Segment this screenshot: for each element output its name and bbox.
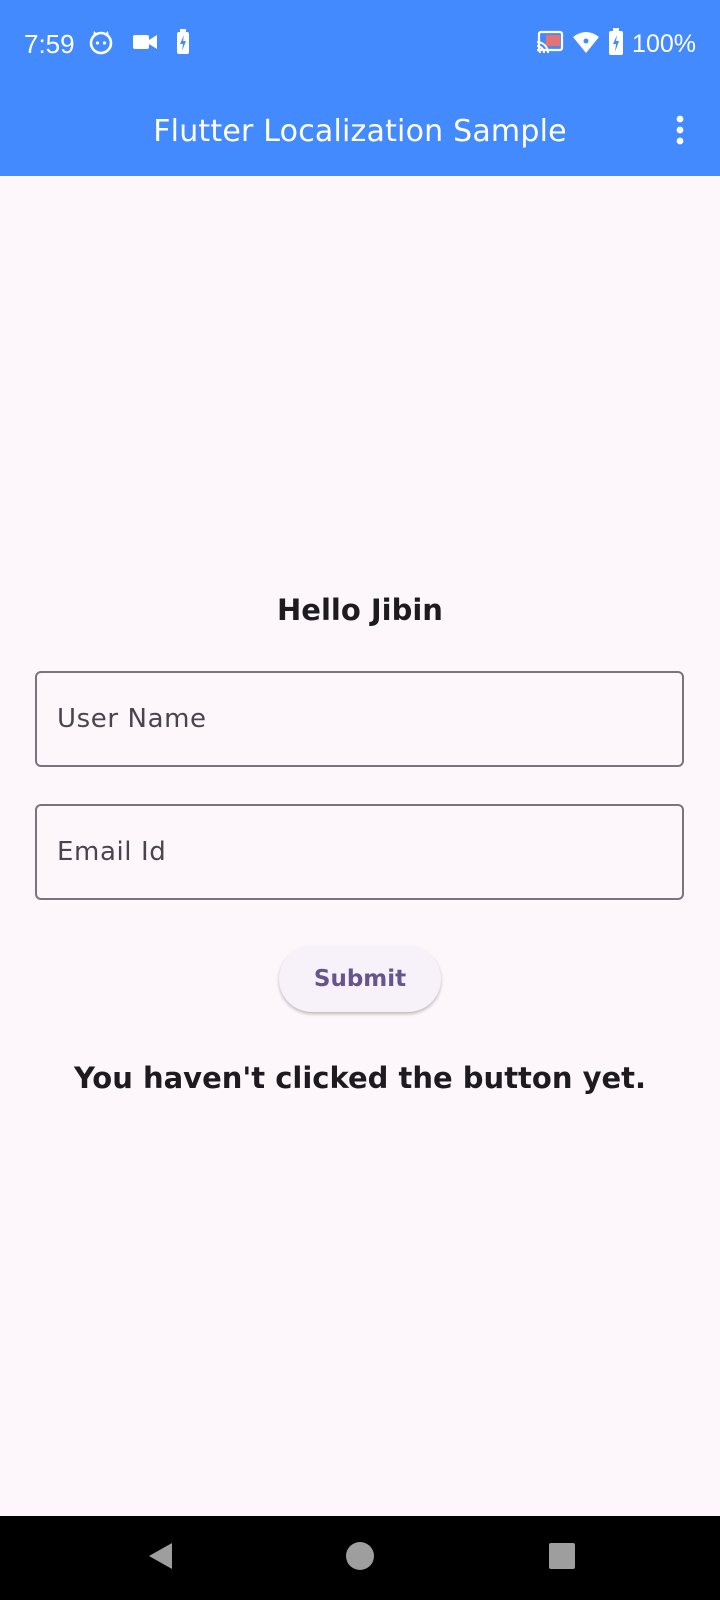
wifi-icon <box>572 30 600 59</box>
status-notification-icons <box>88 28 190 60</box>
username-input[interactable] <box>57 673 657 765</box>
more-vert-icon <box>675 115 685 150</box>
overflow-menu-button[interactable] <box>660 108 700 156</box>
back-button[interactable] <box>136 1534 184 1582</box>
cast-icon <box>536 30 564 59</box>
battery-saver-icon <box>176 28 190 60</box>
battery-percent: 100% <box>632 30 696 58</box>
home-button[interactable] <box>336 1534 384 1582</box>
status-time: 7:59 <box>24 29 75 59</box>
video-camera-icon <box>132 32 158 57</box>
email-field[interactable] <box>35 804 684 900</box>
home-icon <box>344 1540 376 1577</box>
username-field[interactable] <box>35 671 684 767</box>
cat-face-icon <box>88 29 114 60</box>
status-bar: 7:59 100% <box>0 0 720 88</box>
email-input[interactable] <box>57 806 657 898</box>
navigation-bar <box>0 1516 720 1600</box>
greeting-text: Hello Jibin <box>277 593 443 627</box>
status-system-icons: 100% <box>536 26 696 62</box>
submit-button[interactable]: Submit <box>279 946 441 1012</box>
page-title: Flutter Localization Sample <box>153 114 567 149</box>
screen: 7:59 100% Flutter Localization Sample He… <box>0 0 720 1600</box>
recents-button[interactable] <box>538 1534 586 1582</box>
click-status-message: You haven't clicked the button yet. <box>73 1061 647 1095</box>
app-bar: Flutter Localization Sample <box>0 88 720 176</box>
recents-icon <box>548 1542 576 1575</box>
battery-icon <box>608 27 624 61</box>
back-icon <box>145 1540 175 1577</box>
